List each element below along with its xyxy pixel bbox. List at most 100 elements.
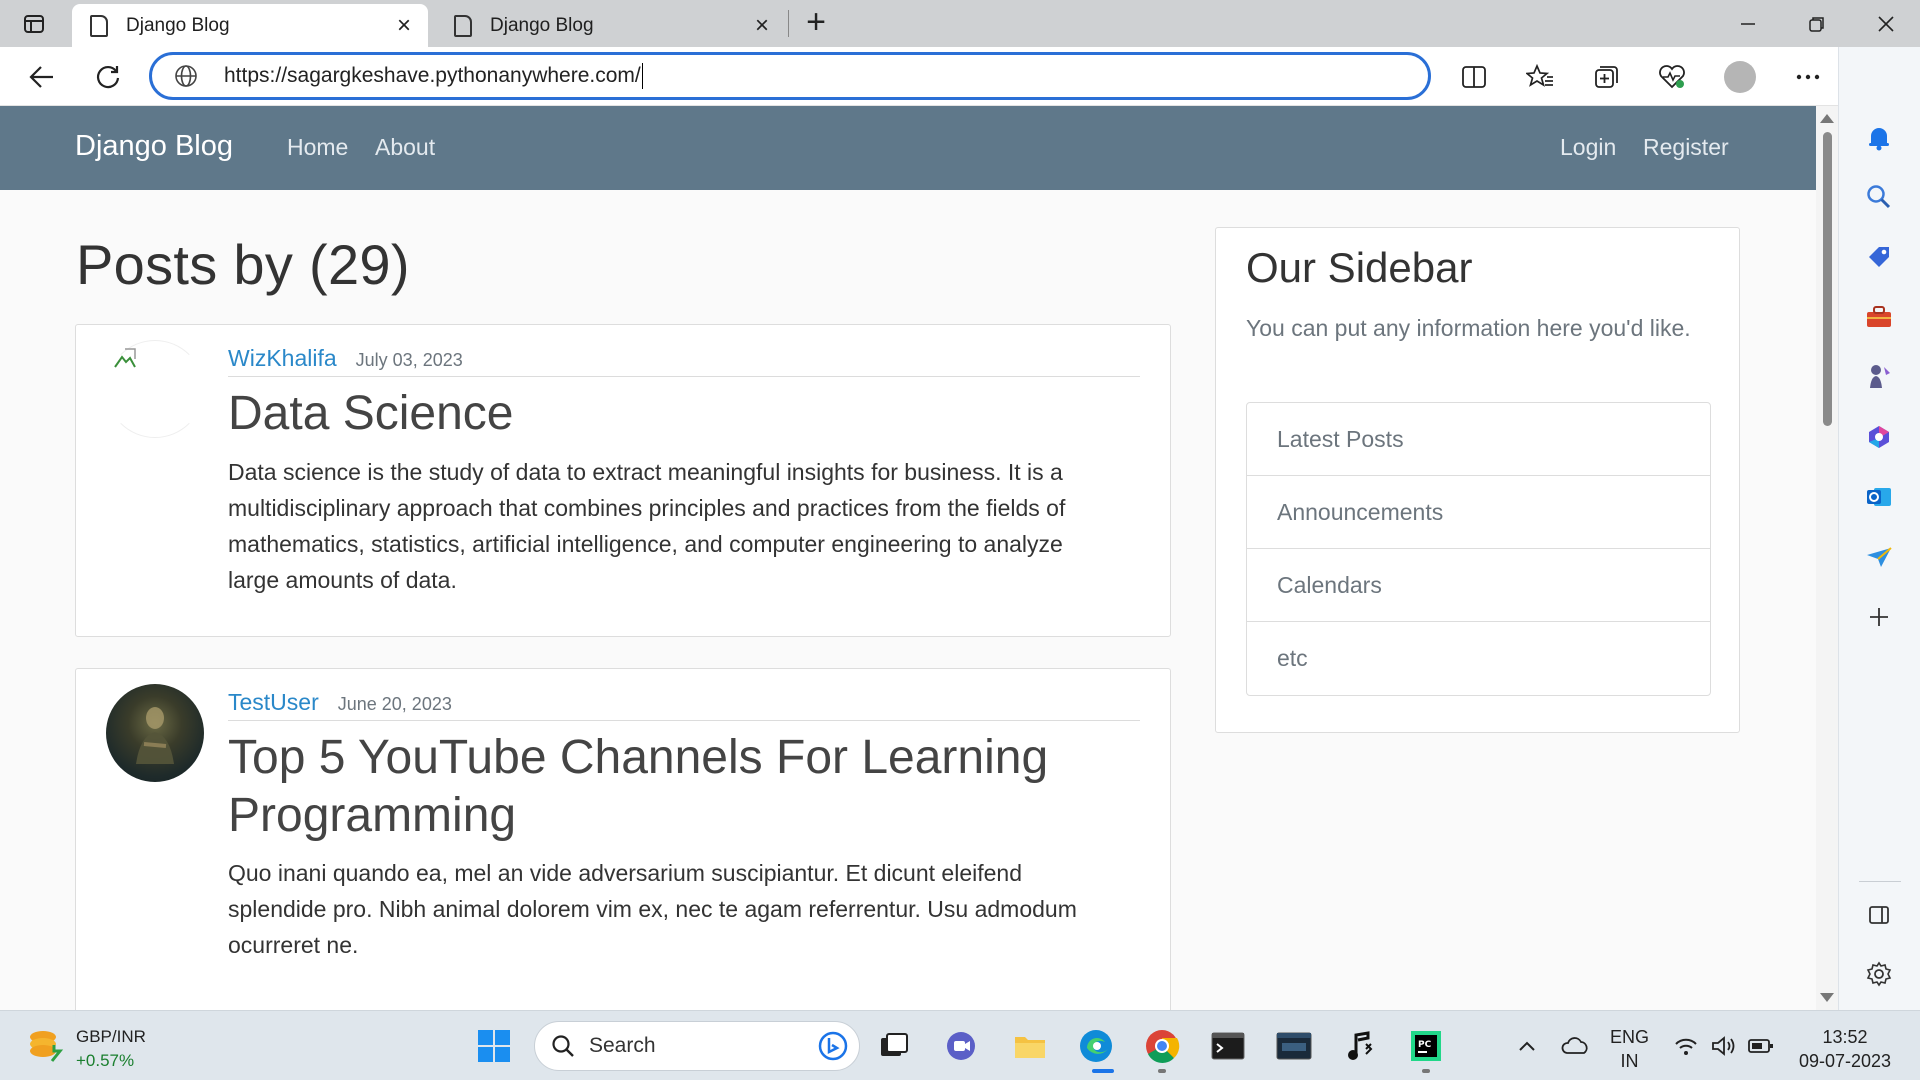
panel-icon bbox=[1869, 906, 1889, 924]
favorites-button[interactable] bbox=[1524, 61, 1556, 93]
sidebar-settings-button[interactable] bbox=[1864, 959, 1894, 989]
sidebar-item-etc[interactable]: etc bbox=[1247, 622, 1710, 695]
close-tab-icon[interactable]: × bbox=[750, 12, 774, 40]
post-title-link[interactable]: Data Science bbox=[228, 385, 514, 443]
settings-and-more-button[interactable] bbox=[1792, 61, 1824, 93]
post-meta: TestUser June 20, 2023 bbox=[228, 689, 1140, 721]
show-hidden-icons-button[interactable] bbox=[1507, 1026, 1547, 1066]
sidebar-item-calendars[interactable]: Calendars bbox=[1247, 549, 1710, 622]
sidebar-title: Our Sidebar bbox=[1246, 244, 1473, 291]
tag-icon bbox=[1869, 247, 1889, 267]
add-sidebar-app-button[interactable] bbox=[1864, 602, 1894, 632]
tab-django-blog[interactable]: Django Blog × bbox=[436, 4, 786, 47]
restore-icon bbox=[1809, 16, 1824, 32]
terminal-button[interactable] bbox=[1208, 1026, 1248, 1066]
sidebar-item-announcements[interactable]: Announcements bbox=[1247, 476, 1710, 549]
chrome-button[interactable] bbox=[1142, 1026, 1182, 1066]
music-note-icon bbox=[1348, 1031, 1373, 1060]
refresh-button[interactable] bbox=[88, 57, 128, 97]
tab-actions-icon bbox=[24, 15, 44, 33]
nav-register-link[interactable]: Register bbox=[1643, 134, 1729, 161]
nav-about-link[interactable]: About bbox=[375, 134, 435, 161]
pycharm-button[interactable]: PC bbox=[1406, 1026, 1446, 1066]
battery-button[interactable] bbox=[1741, 1026, 1781, 1066]
site-brand-link[interactable]: Django Blog bbox=[75, 130, 233, 163]
clock-date: 09-07-2023 bbox=[1798, 1051, 1892, 1071]
collections-icon bbox=[1595, 66, 1618, 88]
wifi-icon bbox=[1675, 1038, 1697, 1055]
author-avatar bbox=[106, 340, 204, 438]
speaker-icon bbox=[1712, 1036, 1735, 1056]
avatar-figure bbox=[136, 707, 174, 764]
restore-button[interactable] bbox=[1789, 0, 1845, 47]
profile-avatar[interactable] bbox=[1724, 61, 1756, 93]
volume-button[interactable] bbox=[1704, 1026, 1744, 1066]
taskbar-search-box[interactable]: Search bbox=[534, 1021, 860, 1071]
post-title-link[interactable]: Top 5 YouTube Channels For Learning Prog… bbox=[228, 729, 1115, 845]
outlook-button[interactable] bbox=[1864, 482, 1894, 512]
tab-django-blog-active[interactable]: Django Blog × bbox=[72, 4, 428, 47]
running-app-indicator bbox=[1158, 1069, 1166, 1073]
nav-home-link[interactable]: Home bbox=[287, 134, 348, 161]
scroll-up-arrow-icon[interactable] bbox=[1820, 114, 1834, 123]
blog-sidebar: Our Sidebar You can put any information … bbox=[1215, 227, 1740, 733]
more-dots-icon bbox=[1796, 74, 1820, 80]
tools-button[interactable] bbox=[1864, 302, 1894, 332]
back-arrow-icon bbox=[29, 66, 53, 88]
new-tab-button[interactable]: + bbox=[798, 4, 834, 42]
chrome-icon bbox=[1146, 1030, 1180, 1063]
task-view-button[interactable] bbox=[874, 1026, 914, 1066]
page-title: Posts by (29) bbox=[76, 233, 410, 296]
minimize-button[interactable] bbox=[1720, 0, 1776, 47]
author-avatar bbox=[106, 684, 204, 782]
file-explorer-button[interactable] bbox=[1010, 1026, 1050, 1066]
region-code: IN bbox=[1620, 1051, 1639, 1071]
close-tab-icon[interactable]: × bbox=[392, 12, 416, 40]
sidebar-item-latest-posts[interactable]: Latest Posts bbox=[1247, 403, 1710, 476]
cloud-icon bbox=[1561, 1037, 1588, 1054]
page-scrollbar[interactable] bbox=[1816, 106, 1838, 1010]
folder-icon bbox=[1015, 1037, 1045, 1058]
sidebar-description: You can put any information here you'd l… bbox=[1246, 315, 1691, 341]
notifications-button[interactable] bbox=[1864, 123, 1894, 153]
stock-ticker-widget[interactable]: GBP/INR +0.57% bbox=[26, 1025, 146, 1073]
web-page: Django Blog Home About Login Register Po… bbox=[0, 106, 1816, 1010]
browser-essentials-button[interactable] bbox=[1656, 61, 1688, 93]
wifi-button[interactable] bbox=[1666, 1026, 1706, 1066]
heart-pulse-icon bbox=[1659, 65, 1685, 89]
clock[interactable]: 13:52 09-07-2023 bbox=[1795, 1025, 1895, 1073]
split-screen-button[interactable] bbox=[1458, 61, 1490, 93]
onedrive-button[interactable] bbox=[1555, 1026, 1595, 1066]
send-button[interactable] bbox=[1864, 542, 1894, 572]
mysql-icon bbox=[1276, 1032, 1312, 1060]
scroll-down-arrow-icon[interactable] bbox=[1820, 993, 1834, 1002]
shopping-button[interactable] bbox=[1864, 242, 1894, 272]
teams-chat-button[interactable] bbox=[942, 1026, 982, 1066]
music-app-button[interactable] bbox=[1340, 1026, 1380, 1066]
pycharm-icon: PC bbox=[1411, 1031, 1441, 1061]
edge-taskbar-button[interactable] bbox=[1076, 1026, 1116, 1066]
back-button[interactable] bbox=[22, 57, 62, 97]
address-toolbar: https://sagargkeshave.pythonanywhere.com… bbox=[0, 47, 1920, 106]
hide-sidebar-button[interactable] bbox=[1864, 900, 1894, 930]
microsoft-365-button[interactable] bbox=[1864, 422, 1894, 452]
search-sidebar-button[interactable] bbox=[1864, 182, 1894, 212]
bell-icon bbox=[1869, 128, 1889, 151]
url-input[interactable]: https://sagargkeshave.pythonanywhere.com… bbox=[149, 52, 1431, 100]
language-code: ENG bbox=[1610, 1027, 1650, 1047]
mysql-button[interactable] bbox=[1274, 1026, 1314, 1066]
chess-piece-icon bbox=[1870, 365, 1890, 388]
language-indicator[interactable]: ENG IN bbox=[1610, 1025, 1649, 1073]
clock-time: 13:52 bbox=[1822, 1027, 1868, 1047]
scrollbar-thumb[interactable] bbox=[1823, 132, 1832, 426]
post-author-link[interactable]: TestUser bbox=[228, 689, 319, 716]
nav-login-link[interactable]: Login bbox=[1560, 134, 1616, 161]
tab-actions-button[interactable] bbox=[14, 9, 54, 39]
collections-button[interactable] bbox=[1590, 61, 1622, 93]
games-button[interactable] bbox=[1864, 362, 1894, 392]
post-author-link[interactable]: WizKhalifa bbox=[228, 345, 337, 372]
edge-browser-icon bbox=[1080, 1030, 1112, 1062]
split-screen-icon bbox=[1462, 66, 1486, 88]
close-window-button[interactable] bbox=[1858, 0, 1914, 47]
start-button[interactable] bbox=[474, 1026, 514, 1066]
